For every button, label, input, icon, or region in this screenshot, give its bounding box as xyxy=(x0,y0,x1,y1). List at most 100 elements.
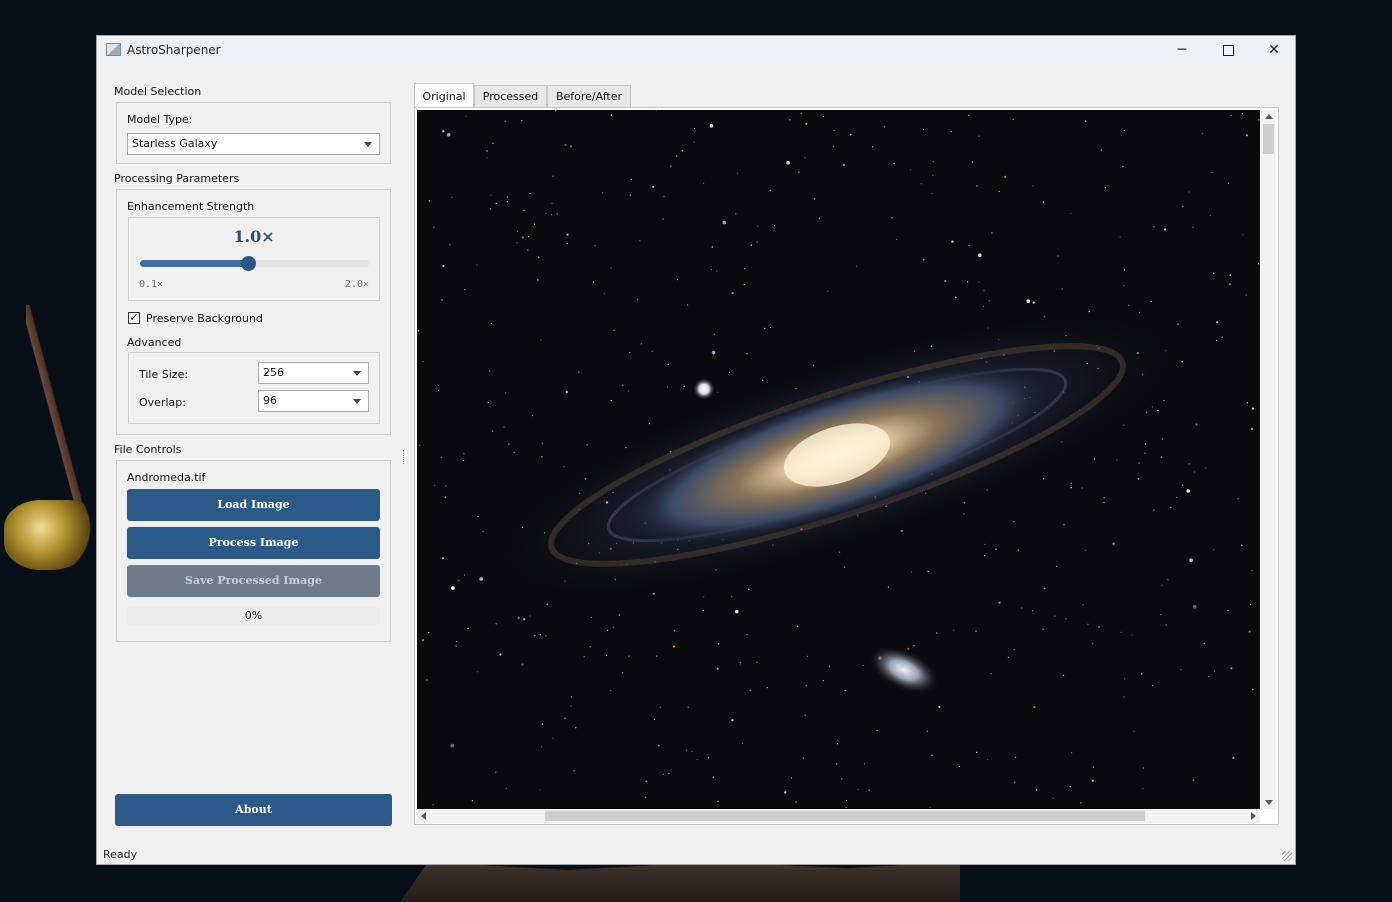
star xyxy=(1091,779,1094,782)
preserve-background-label[interactable]: Preserve Background xyxy=(146,312,263,325)
star xyxy=(627,390,629,392)
star xyxy=(1015,756,1017,758)
star xyxy=(862,664,864,666)
star xyxy=(1137,478,1139,480)
preserve-background-checkbox[interactable]: ✓ xyxy=(128,312,140,324)
star xyxy=(1232,756,1235,760)
image-viewport[interactable] xyxy=(417,110,1260,809)
star xyxy=(1153,226,1155,228)
star xyxy=(1189,558,1193,562)
star xyxy=(1065,618,1067,620)
star xyxy=(876,729,878,732)
star xyxy=(440,456,442,458)
overlap-select[interactable]: 96 xyxy=(258,390,369,412)
title-bar[interactable]: AstroSharpener ─ ✕ xyxy=(97,36,1295,66)
horizontal-scrollbar[interactable] xyxy=(417,809,1260,823)
star xyxy=(426,679,428,681)
scroll-right-arrow-icon[interactable] xyxy=(1251,812,1256,820)
tab-processed[interactable]: Processed xyxy=(474,85,547,107)
star xyxy=(971,161,974,163)
star xyxy=(1103,501,1105,504)
star xyxy=(984,543,986,545)
star xyxy=(744,268,746,270)
star xyxy=(716,667,719,670)
scroll-up-arrow-icon[interactable] xyxy=(1265,114,1273,119)
strength-slider[interactable] xyxy=(140,256,369,271)
strength-slider-handle[interactable] xyxy=(241,256,257,271)
star xyxy=(731,292,734,295)
star xyxy=(610,690,612,692)
star xyxy=(486,157,488,159)
star xyxy=(1013,649,1015,651)
star xyxy=(1258,119,1260,121)
star xyxy=(653,718,655,721)
star xyxy=(1124,678,1126,680)
star xyxy=(814,198,816,200)
star xyxy=(856,265,858,267)
star xyxy=(717,800,719,802)
star xyxy=(1036,789,1038,791)
star xyxy=(504,120,506,122)
star xyxy=(702,609,704,611)
star xyxy=(978,253,982,257)
star xyxy=(545,635,547,637)
star xyxy=(1227,609,1229,611)
star xyxy=(490,322,492,324)
star xyxy=(746,634,748,636)
star xyxy=(437,389,440,391)
star xyxy=(757,225,759,227)
minimize-button[interactable]: ─ xyxy=(1159,36,1205,66)
model-type-select[interactable]: Starless Galaxy xyxy=(127,133,380,155)
star xyxy=(1250,427,1254,430)
star xyxy=(1227,182,1229,184)
star xyxy=(845,806,847,809)
star xyxy=(639,240,641,242)
tab-before-after[interactable]: Before/After xyxy=(547,85,631,107)
star xyxy=(422,360,424,363)
close-button[interactable]: ✕ xyxy=(1251,36,1297,66)
maximize-button[interactable] xyxy=(1205,36,1251,66)
vertical-scrollbar[interactable] xyxy=(1261,110,1276,809)
star xyxy=(540,339,542,341)
star xyxy=(1182,484,1184,486)
scroll-down-arrow-icon[interactable] xyxy=(1265,800,1273,805)
star xyxy=(629,352,631,354)
star xyxy=(822,115,825,118)
star xyxy=(640,343,642,345)
star xyxy=(756,661,758,663)
size-grip[interactable] xyxy=(1282,851,1292,861)
process-image-button[interactable]: Process Image xyxy=(127,527,380,559)
star xyxy=(527,249,529,251)
star xyxy=(976,751,978,754)
vertical-scroll-thumb[interactable] xyxy=(1263,124,1274,154)
splitter-handle[interactable] xyxy=(403,450,405,464)
star xyxy=(868,789,870,791)
star xyxy=(503,426,505,428)
star xyxy=(857,789,859,791)
about-button[interactable]: About xyxy=(115,794,392,826)
star xyxy=(1163,400,1165,402)
star xyxy=(1164,228,1167,231)
star xyxy=(1161,456,1163,458)
star xyxy=(489,208,491,210)
horizontal-scroll-thumb[interactable] xyxy=(545,811,1145,821)
scroll-left-arrow-icon[interactable] xyxy=(421,812,426,820)
tile-size-select[interactable]: 256 xyxy=(258,362,369,384)
star xyxy=(663,195,665,197)
star xyxy=(476,671,479,673)
star xyxy=(521,120,523,122)
star xyxy=(722,220,727,225)
star xyxy=(1032,301,1035,304)
tab-original[interactable]: Original xyxy=(414,83,474,108)
star xyxy=(968,114,970,116)
star xyxy=(482,530,484,533)
star xyxy=(1069,786,1071,788)
star xyxy=(451,196,453,198)
load-image-button[interactable]: Load Image xyxy=(127,489,380,521)
star xyxy=(507,196,509,198)
app-window-icon xyxy=(106,43,121,56)
star xyxy=(1252,688,1254,691)
desktop-wallpaper-satellite xyxy=(4,500,96,570)
star xyxy=(931,192,933,194)
star xyxy=(712,776,714,778)
